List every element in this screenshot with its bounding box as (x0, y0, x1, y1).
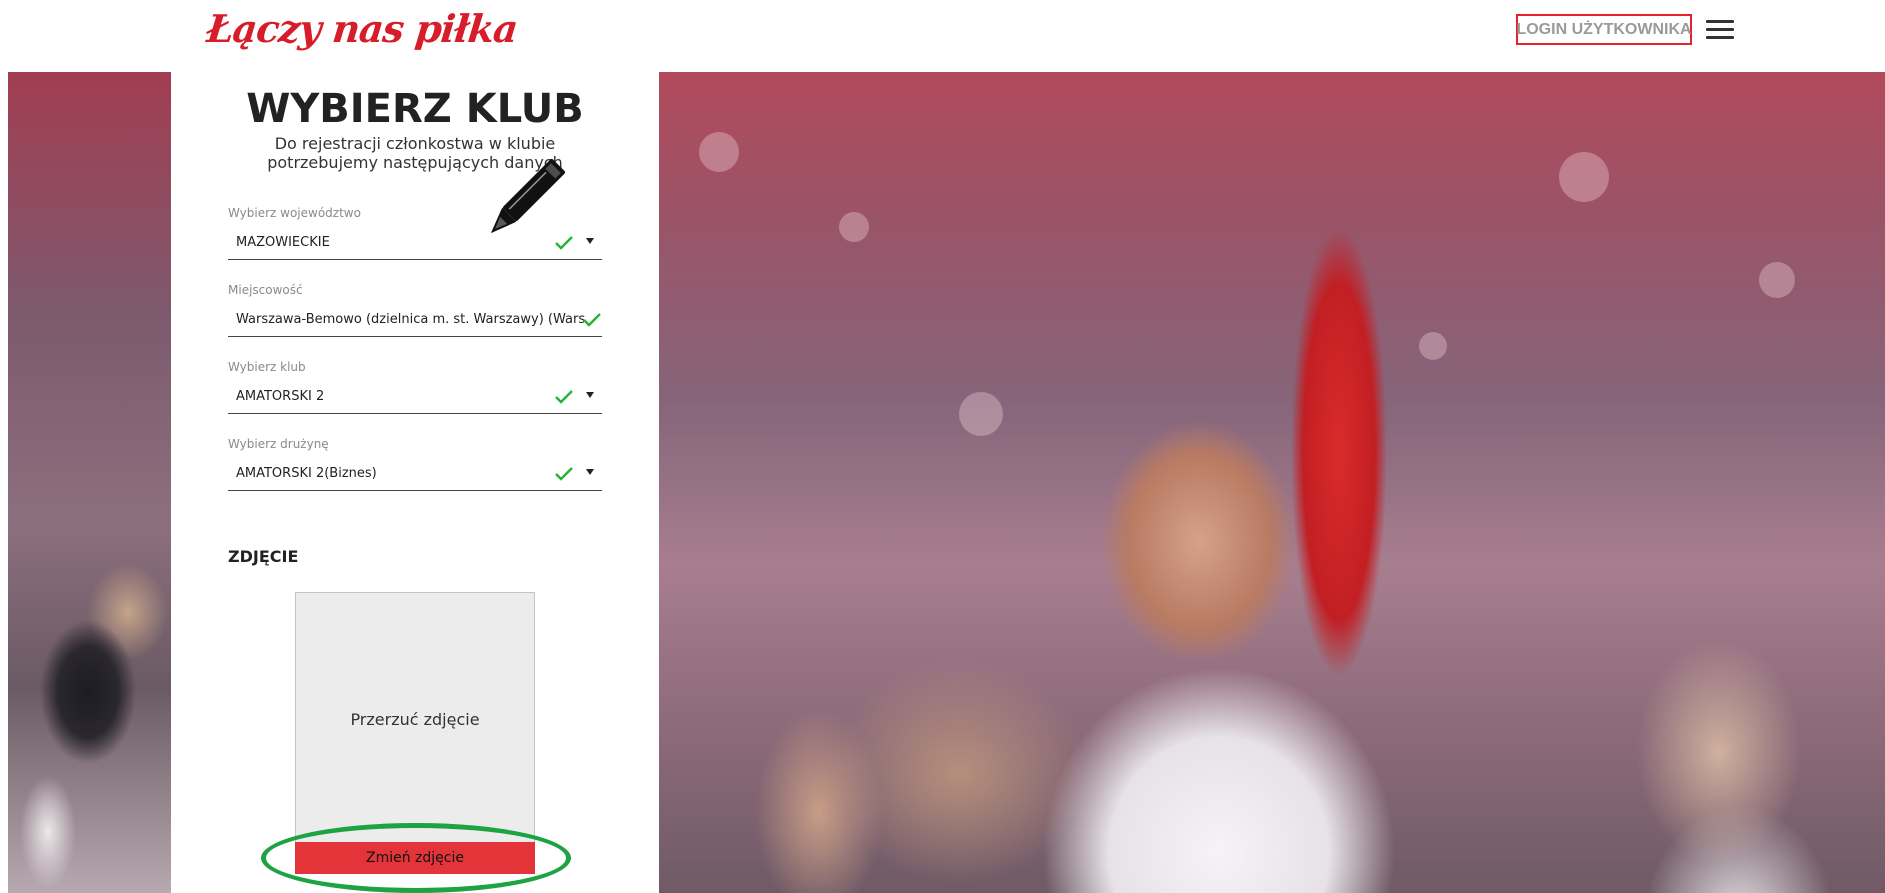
field-value: Warszawa-Bemowo (dzielnica m. st. Warsza… (236, 312, 586, 327)
field-label: Miejscowość (228, 283, 303, 297)
change-photo-button[interactable]: Zmień zdjęcie (295, 842, 535, 874)
chevron-down-icon (586, 469, 594, 475)
site-header: Łączy nas piłka LOGIN UŻYTKOWNIKA (0, 0, 1885, 72)
check-icon (583, 313, 601, 327)
chevron-down-icon (586, 238, 594, 244)
field-value: MAZOWIECKIE (236, 235, 330, 250)
dropzone-text: Przerzuć zdjęcie (350, 709, 480, 729)
check-icon (555, 467, 573, 481)
login-button[interactable]: LOGIN UŻYTKOWNIKA (1516, 14, 1692, 45)
team-field: Wybierz drużynę AMATORSKI 2(Biznes) (228, 437, 602, 491)
hamburger-icon[interactable] (1706, 20, 1734, 40)
club-select[interactable]: AMATORSKI 2 (228, 382, 602, 414)
field-label: Wybierz województwo (228, 206, 361, 220)
check-icon (555, 390, 573, 404)
page-subtitle: Do rejestracji członkostwa w klubie potr… (267, 134, 563, 172)
club-selection-panel: WYBIERZ KLUB Do rejestracji członkostwa … (171, 72, 659, 893)
field-label: Wybierz drużynę (228, 437, 329, 451)
field-value: AMATORSKI 2 (236, 389, 325, 404)
site-logo[interactable]: Łączy nas piłka (205, 6, 520, 51)
chevron-down-icon (586, 392, 594, 398)
voivodeship-field: Wybierz województwo MAZOWIECKIE (228, 206, 602, 260)
field-label: Wybierz klub (228, 360, 306, 374)
field-value: AMATORSKI 2(Biznes) (236, 466, 377, 481)
page-title: WYBIERZ KLUB (246, 86, 584, 132)
photo-dropzone[interactable]: Przerzuć zdjęcie (295, 592, 535, 846)
team-select[interactable]: AMATORSKI 2(Biznes) (228, 459, 602, 491)
voivodeship-select[interactable]: MAZOWIECKIE (228, 228, 602, 260)
city-input[interactable]: Warszawa-Bemowo (dzielnica m. st. Warsza… (228, 305, 602, 337)
background-photo-right (659, 72, 1885, 893)
city-field: Miejscowość Warszawa-Bemowo (dzielnica m… (228, 283, 602, 337)
check-icon (555, 236, 573, 250)
photo-section-heading: ZDJĘCIE (228, 547, 299, 566)
background-photo-left (8, 72, 171, 893)
club-field: Wybierz klub AMATORSKI 2 (228, 360, 602, 414)
